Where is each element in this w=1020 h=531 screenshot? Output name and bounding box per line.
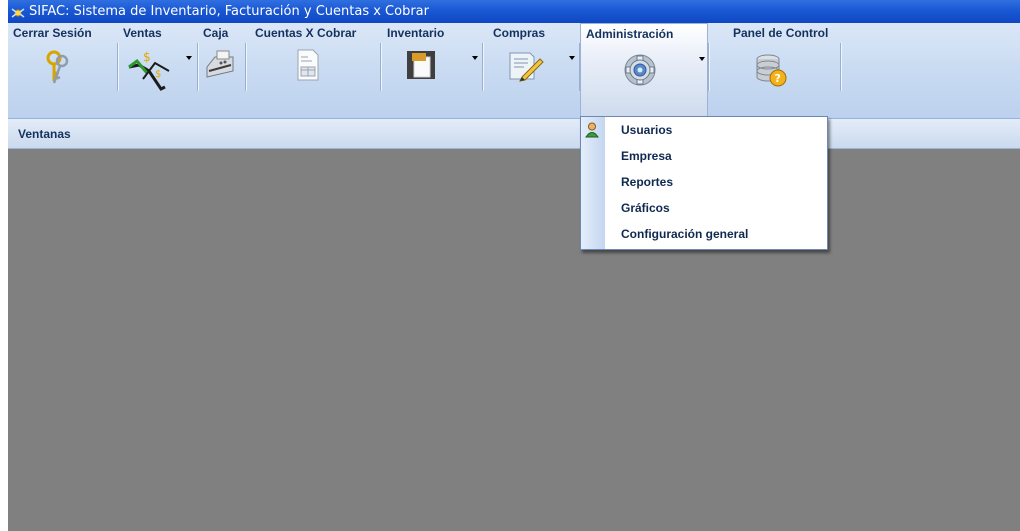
logout-button[interactable]: Cerrar Sesión <box>10 23 116 117</box>
ribbon-separator <box>245 43 246 91</box>
purchases-dropdown-arrow[interactable] <box>569 56 575 60</box>
edit-document-icon <box>506 49 544 88</box>
gear-icon <box>622 52 658 93</box>
ribbon-separator <box>380 43 381 91</box>
cash-register-icon <box>203 49 237 84</box>
svg-text:$: $ <box>143 50 151 64</box>
clipboard-icon <box>405 49 437 86</box>
sales-icon: $ $ <box>125 49 175 96</box>
windows-menu-label[interactable]: Ventanas <box>18 127 71 141</box>
svg-text:?: ? <box>775 72 781 85</box>
logout-label: Cerrar Sesión <box>13 26 92 40</box>
menu-item-label: Gráficos <box>621 201 670 215</box>
purchases-label: Compras <box>493 26 546 40</box>
menu-item-users[interactable]: Usuarios <box>585 118 825 142</box>
administration-dropdown-menu: Usuarios Empresa Reportes Gráficos Confi… <box>580 116 828 250</box>
control-panel-button[interactable]: Panel de Control ? <box>711 23 839 117</box>
menu-item-general-settings[interactable]: Configuración general <box>605 222 825 246</box>
inventory-dropdown-arrow[interactable] <box>472 56 478 60</box>
user-icon <box>585 122 599 146</box>
windows-bar: Ventanas <box>8 119 1020 149</box>
accounts-receivable-button[interactable]: Cuentas X Cobrar <box>248 23 378 117</box>
accounts-receivable-label: Cuentas X Cobrar <box>255 26 357 40</box>
inventory-label: Inventario <box>387 26 445 40</box>
administration-label: Administración <box>586 27 674 41</box>
menu-item-company[interactable]: Empresa <box>605 144 825 168</box>
sales-label: Ventas <box>123 26 162 40</box>
invoice-icon <box>296 49 320 86</box>
ribbon-separator <box>840 43 841 91</box>
sales-dropdown-arrow[interactable] <box>186 56 192 60</box>
inventory-button[interactable]: Inventario <box>383 23 480 117</box>
administration-dropdown-arrow[interactable] <box>699 57 705 61</box>
cash-register-button[interactable]: Caja <box>200 23 244 117</box>
window-title: SIFAC: Sistema de Inventario, Facturació… <box>29 4 429 19</box>
menu-item-label: Usuarios <box>621 123 673 137</box>
menu-item-charts[interactable]: Gráficos <box>605 196 825 220</box>
administration-button[interactable]: Administración <box>580 23 708 117</box>
database-help-icon: ? <box>754 51 788 92</box>
ribbon-separator <box>482 43 483 91</box>
app-logo-icon <box>11 5 25 19</box>
ribbon-separator <box>708 43 709 91</box>
app-window: SIFAC: Sistema de Inventario, Facturació… <box>8 0 1020 531</box>
svg-text:$: $ <box>155 69 161 80</box>
mdi-workspace <box>8 149 1020 531</box>
ribbon-separator <box>117 43 118 91</box>
keys-icon <box>44 49 72 92</box>
purchases-button[interactable]: Compras <box>485 23 577 117</box>
menu-item-label: Configuración general <box>621 227 749 241</box>
menu-item-label: Empresa <box>621 149 672 163</box>
title-bar[interactable]: SIFAC: Sistema de Inventario, Facturació… <box>8 0 1020 23</box>
menu-item-reports[interactable]: Reportes <box>605 170 825 194</box>
ribbon-separator <box>197 43 198 91</box>
cash-register-label: Caja <box>203 26 229 40</box>
ribbon-toolbar: Cerrar Sesión Ventas $ $ Caja Cuentas X … <box>8 23 1020 119</box>
control-panel-label: Panel de Control <box>733 26 829 40</box>
menu-item-label: Reportes <box>621 175 674 189</box>
sales-button[interactable]: Ventas $ $ <box>120 23 194 117</box>
